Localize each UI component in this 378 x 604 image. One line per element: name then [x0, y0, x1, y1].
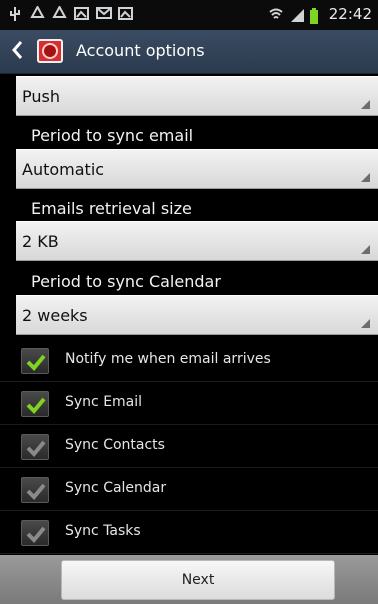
period-sync-calendar-label: Period to sync Calendar — [31, 272, 221, 291]
image-icon — [74, 6, 89, 20]
retrieval-size-spinner[interactable]: 2 KB — [16, 221, 378, 261]
sync-contacts-row[interactable]: Sync Contacts — [0, 425, 378, 468]
signal-icon — [289, 7, 304, 22]
notify-email-checkbox[interactable] — [21, 348, 49, 374]
back-icon[interactable] — [11, 40, 23, 65]
action-bar: Account options — [0, 30, 378, 74]
sync-calendar-row[interactable]: Sync Calendar — [0, 468, 378, 511]
sync-tasks-checkbox[interactable] — [21, 520, 49, 546]
recycle-icon — [52, 4, 67, 20]
checkbox-label: Notify me when email arrives — [65, 351, 271, 367]
checkbox-label: Sync Contacts — [65, 437, 165, 453]
period-sync-email-spinner[interactable]: Automatic — [16, 149, 378, 189]
next-button[interactable]: Next — [61, 560, 335, 600]
spinner-value: Push — [22, 87, 60, 106]
bottom-bar: Next — [0, 555, 378, 604]
dropdown-corner-icon — [361, 173, 370, 182]
sync-contacts-checkbox[interactable] — [21, 434, 49, 460]
retrieval-size-label: Emails retrieval size — [31, 199, 192, 218]
recycle-icon — [30, 4, 45, 20]
checkbox-label: Sync Calendar — [65, 480, 167, 496]
system-icons: 22:42 — [269, 5, 372, 24]
period-sync-calendar-spinner[interactable]: 2 weeks — [16, 295, 378, 335]
sync-email-row[interactable]: Sync Email — [0, 382, 378, 425]
notify-email-row[interactable]: Notify me when email arrives — [0, 339, 378, 382]
clock: 22:42 — [328, 5, 372, 23]
spinner-value: 2 weeks — [22, 306, 88, 325]
wifi-icon — [269, 7, 283, 21]
mail-icon — [96, 6, 112, 20]
sync-email-checkbox[interactable] — [21, 391, 49, 417]
dropdown-corner-icon — [361, 319, 370, 328]
spinner-value: Automatic — [22, 160, 105, 179]
image-icon — [118, 6, 133, 20]
sync-tasks-row[interactable]: Sync Tasks — [0, 511, 378, 554]
email-app-icon[interactable] — [37, 39, 63, 63]
status-bar: 22:42 — [0, 0, 378, 30]
page-title: Account options — [76, 41, 205, 60]
dropdown-corner-icon — [361, 245, 370, 254]
sync-calendar-checkbox[interactable] — [21, 477, 49, 503]
notification-icons — [8, 4, 133, 21]
usb-icon — [8, 6, 22, 21]
dropdown-corner-icon — [361, 100, 370, 109]
period-sync-email-label: Period to sync email — [31, 126, 194, 145]
checkbox-label: Sync Email — [65, 394, 143, 410]
email-push-spinner[interactable]: Push — [16, 76, 378, 116]
battery-icon — [309, 7, 323, 24]
checkbox-label: Sync Tasks — [65, 523, 141, 539]
spinner-value: 2 KB — [22, 232, 59, 251]
